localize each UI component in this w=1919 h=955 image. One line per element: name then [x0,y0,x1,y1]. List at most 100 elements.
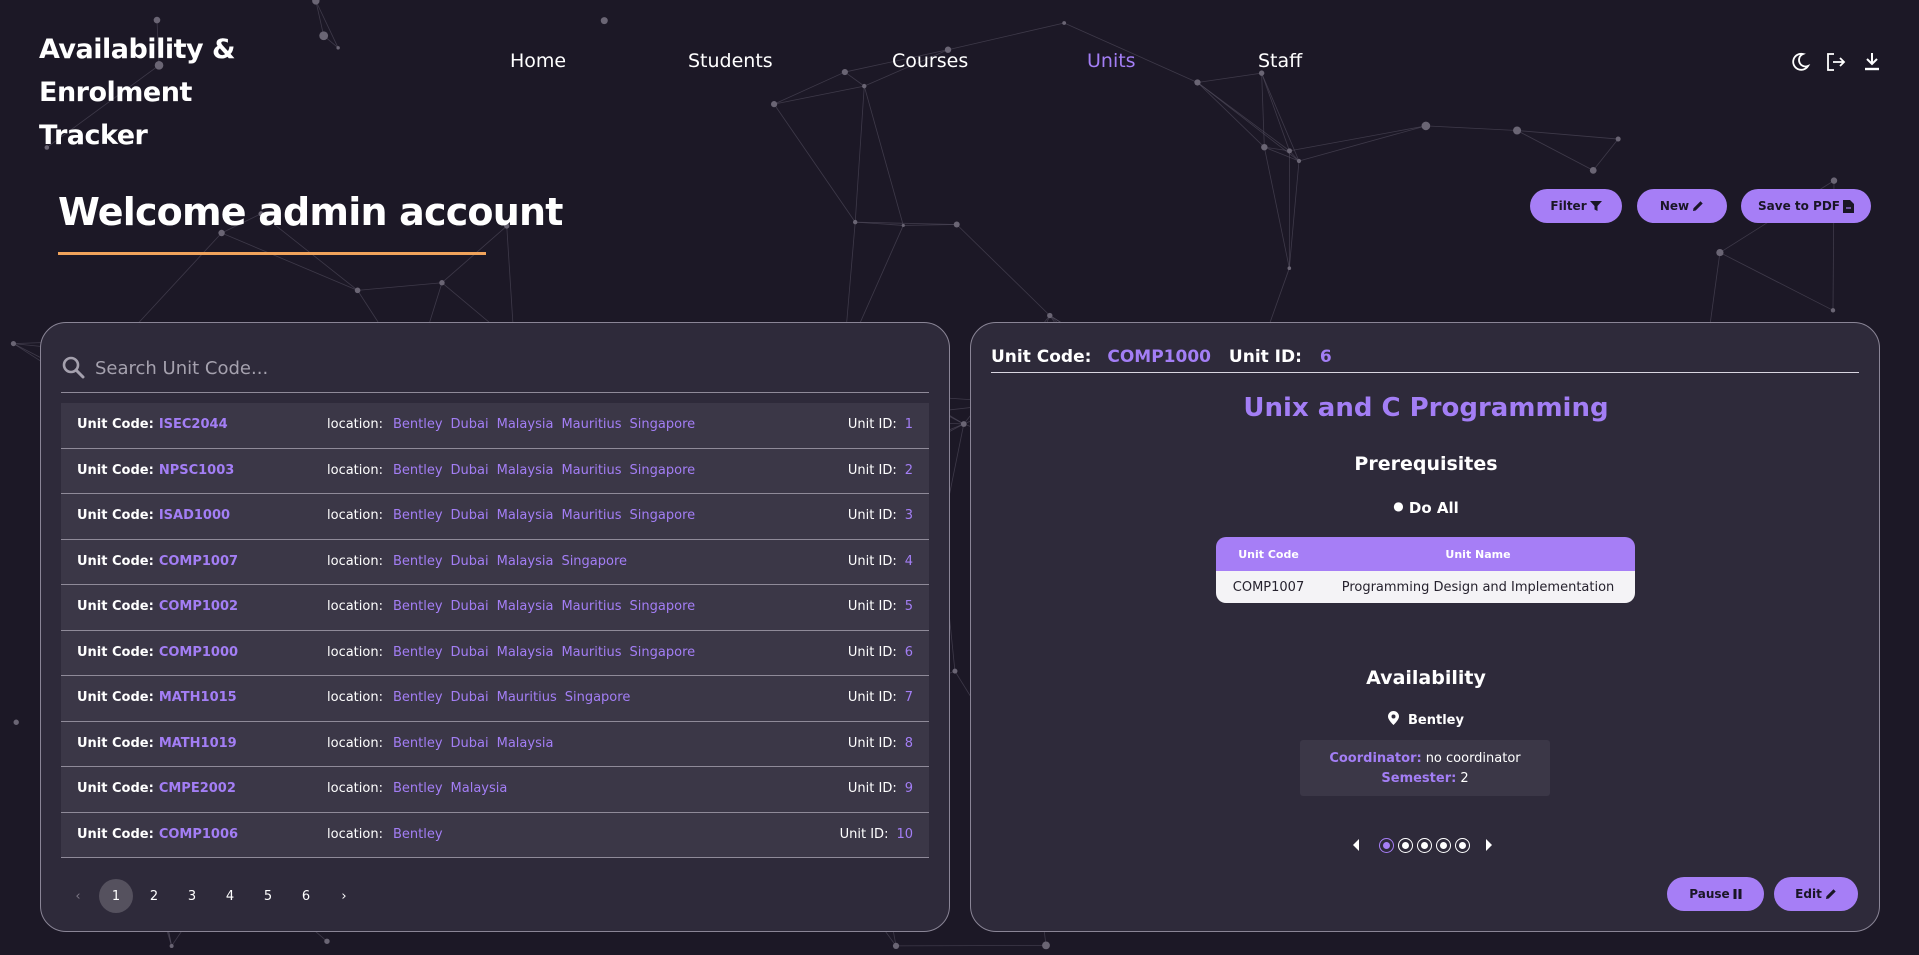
edit-button[interactable]: Edit [1774,877,1858,911]
download-icon[interactable] [1860,50,1884,74]
location-tag: Dubai [450,462,489,478]
page-next-button[interactable]: › [327,879,361,913]
location-cell: location: Bentley Dubai Malaysia Mauritius Si… [327,463,703,478]
logout-icon[interactable] [1824,50,1848,74]
unit-code-value: CMPE2002 [158,781,236,796]
unit-list: Unit Code: ISEC2044 location: Bentley Dubai M… [61,403,929,858]
location-tag: Mauritius [561,508,622,523]
unit-row[interactable]: Unit Code: MATH1015 location: Bentley Dubai M… [61,676,929,722]
unit-id-label: Unit ID: [847,417,897,432]
unit-id-label: Unit ID: [847,781,897,796]
unit-row[interactable]: Unit Code: CMPE2002 location: Bentley Malays… [61,767,929,813]
unit-id-value: 7 [904,690,913,705]
carousel-dot[interactable] [1399,839,1412,852]
location-tag: Malaysia [450,781,508,796]
unit-id-cell: Unit ID: 2 [848,463,913,478]
location-label: location: [327,735,383,751]
availability-heading: Availability [1366,667,1486,689]
unit-row[interactable]: Unit Code: MATH1019 location: Bentley Dubai M… [61,721,929,767]
location-tag: Dubai [450,553,489,569]
unit-code-label: Unit Code: [77,690,154,705]
unit-id-value: 4 [904,553,913,569]
unit-row[interactable]: Unit Code: COMP1006 location: Bentley Unit I… [61,812,929,858]
search-input[interactable] [95,351,915,385]
page-5-button[interactable]: 5 [251,879,285,913]
unit-id-value: 1 [904,417,913,432]
new-button[interactable]: New [1637,189,1727,223]
unit-row[interactable]: Unit Code: NPSC1003 location: Bentley Dubai M… [61,448,929,494]
location-cell: location: Bentley Dubai Malaysia Singapore [327,554,635,569]
unit-code-cell: Unit Code: COMP1000 [77,645,238,660]
unit-id-value: 10 [896,826,913,842]
location-tag: Bentley [392,508,443,523]
prereq-row: COMP1007 Programming Design and Implemen… [1216,571,1635,603]
unit-code-cell: Unit Code: CMPE2002 [77,781,236,796]
unit-code-value: ISEC2044 [158,417,228,432]
unit-row[interactable]: Unit Code: COMP1002 location: Bentley Dubai M… [61,585,929,631]
carousel-prev-icon[interactable] [1351,838,1361,852]
location-tag: Bentley [392,735,443,751]
unit-id-value: 2 [904,462,913,478]
unit-row[interactable]: Unit Code: ISAD1000 location: Bentley Dubai M… [61,494,929,540]
location-tag: Bentley [392,553,443,569]
top-icon-bar [1782,50,1892,78]
carousel-dot[interactable] [1456,839,1469,852]
location-tag: Singapore [629,417,696,432]
carousel-next-icon[interactable] [1484,838,1494,852]
carousel-dot[interactable] [1380,839,1393,852]
prereq-cell-code: COMP1007 [1216,571,1321,603]
unit-code-cell: Unit Code: COMP1002 [77,599,238,614]
unit-code-label: Unit Code: [77,599,154,614]
nav-courses[interactable]: Courses [892,50,968,72]
moon-icon[interactable] [1788,50,1812,74]
unit-row[interactable]: Unit Code: COMP1000 location: Bentley Dubai M… [61,630,929,676]
bullet-icon: ● [1393,499,1404,513]
location-tag: Singapore [629,644,696,660]
location-label: location: [327,644,383,660]
unit-row[interactable]: Unit Code: ISEC2044 location: Bentley Dubai M… [61,403,929,449]
page-1-button[interactable]: 1 [99,879,133,913]
location-tag: Bentley [392,690,443,705]
unit-row[interactable]: Unit Code: COMP1007 location: Bentley Dubai M… [61,539,929,585]
unit-code-value: MATH1019 [158,735,237,751]
location-tag: Malaysia [496,553,554,569]
nav-units[interactable]: Units [1087,50,1136,72]
page-prev-button[interactable]: ‹ [61,879,95,913]
location-tag: Bentley [392,644,443,660]
carousel-dot[interactable] [1418,839,1431,852]
app-title-line: Availability & [39,34,236,65]
coordinator-value: no coordinator [1425,751,1521,766]
unit-id-value: 8 [904,735,913,751]
new-button-label: New [1659,199,1690,213]
detail-id-label: Unit ID: [1228,347,1302,367]
detail-code-value: COMP1000 [1107,347,1211,367]
unit-code-cell: Unit Code: COMP1007 [77,554,238,569]
unit-id-cell: Unit ID: 7 [848,690,913,705]
unit-id-cell: Unit ID: 10 [840,827,913,842]
unit-code-value: MATH1015 [158,690,237,705]
pause-button[interactable]: Pause [1667,877,1764,911]
nav-home[interactable]: Home [510,50,566,72]
location-tag: Dubai [450,417,489,432]
semester-value: 2 [1460,771,1469,786]
welcome-underline [58,252,486,255]
unit-id-value: 5 [904,599,913,614]
prereq-rule-text: Do All [1408,499,1459,517]
nav-students[interactable]: Students [688,50,773,72]
location-tag: Singapore [629,599,696,614]
page-3-button[interactable]: 3 [175,879,209,913]
page-2-button[interactable]: 2 [137,879,171,913]
page-4-button[interactable]: 4 [213,879,247,913]
unit-code-label: Unit Code: [77,644,154,660]
unit-id-label: Unit ID: [847,462,897,478]
unit-code-label: Unit Code: [77,417,154,432]
unit-id-cell: Unit ID: 8 [848,736,913,751]
page-6-button[interactable]: 6 [289,879,323,913]
filter-button[interactable]: Filter [1530,189,1622,223]
nav-staff[interactable]: Staff [1258,50,1302,72]
location-tag: Mauritius [561,599,622,614]
carousel-dot[interactable] [1437,839,1450,852]
location-tag: Malaysia [496,735,554,751]
save-pdf-button[interactable]: Save to PDF [1741,189,1871,223]
location-label: location: [327,599,383,614]
